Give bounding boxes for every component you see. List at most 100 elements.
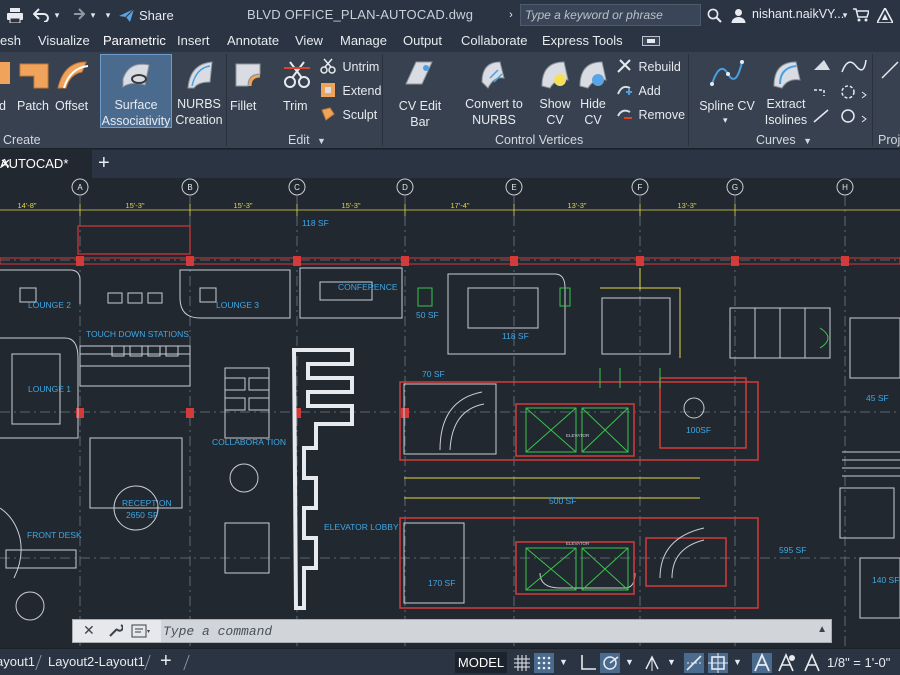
tab-visualize[interactable]: Visualize (38, 33, 90, 48)
elevator-label-1: ELEVATOR (566, 433, 590, 438)
layout-tab-1[interactable]: ayout1 (0, 654, 35, 669)
snap-mode-icon[interactable] (534, 653, 554, 673)
extend-button[interactable]: Extend (320, 82, 381, 98)
project-geometry-icon[interactable] (880, 60, 900, 80)
document-title: BLVD OFFICE_PLAN-AUTOCAD.dwg (247, 7, 474, 22)
tab-mesh[interactable]: esh (0, 33, 21, 48)
cv-edit-bar-label: CV Edit Bar (398, 99, 442, 129)
untrim-label: Untrim (342, 60, 380, 74)
autodesk-app-icon[interactable] (876, 4, 894, 26)
model-space-button[interactable]: MODEL (455, 652, 507, 673)
remove-cv-button[interactable]: Remove (616, 106, 685, 122)
customize-icon[interactable] (107, 623, 123, 639)
isometric-drafting-icon[interactable] (642, 653, 662, 673)
surface-associativity-button[interactable]: Surface Associativity (100, 54, 172, 128)
control-vertices-panel-title[interactable]: Control Vertices (495, 133, 583, 147)
cart-icon[interactable] (852, 4, 870, 26)
project-panel-title[interactable]: Proj (878, 133, 900, 147)
redo-icon[interactable] (66, 4, 88, 26)
command-scroll-icon[interactable]: ▲ (817, 624, 827, 635)
rebuild-button[interactable]: Rebuild (616, 58, 681, 74)
auto-scale-icon[interactable] (776, 653, 796, 673)
create-panel-title[interactable]: Create (3, 133, 41, 147)
user-dropdown-icon[interactable]: ▾ (840, 4, 850, 26)
edit-panel-title[interactable]: Edit ▼ (288, 133, 326, 147)
object-snap-tracking-icon[interactable] (684, 653, 704, 673)
cv-edit-bar-button[interactable]: CV Edit Bar (388, 56, 452, 129)
snap-dropdown-icon[interactable]: ▼ (559, 657, 568, 667)
line-curve-icon[interactable] (813, 109, 829, 123)
curve-tools-icons (813, 59, 867, 123)
user-icon[interactable] (729, 4, 747, 26)
object-snap-icon[interactable] (708, 653, 728, 673)
add-cv-button[interactable]: Add (616, 82, 661, 98)
rebuild-icon (617, 59, 631, 73)
annotation-visibility-icon[interactable] (752, 653, 772, 673)
hide-cv-button[interactable]: Hide CV (574, 54, 612, 128)
new-tab-button[interactable]: + (98, 152, 110, 175)
room-label-100sf: 100SF (686, 425, 711, 435)
tab-insert[interactable]: Insert (177, 33, 210, 48)
spline-cv-button[interactable]: Spline CV ▾ (696, 56, 758, 130)
tab-output[interactable]: Output (403, 33, 442, 48)
user-name[interactable]: nishant.naikVY... (752, 7, 844, 21)
tab-annotate[interactable]: Annotate (227, 33, 279, 48)
ortho-mode-icon[interactable] (578, 653, 598, 673)
print-icon[interactable] (4, 4, 26, 26)
fillet-button[interactable]: Fillet (230, 56, 264, 116)
polar-dropdown-icon[interactable]: ▼ (625, 657, 634, 667)
undo-icon[interactable] (30, 4, 52, 26)
search-input[interactable] (521, 5, 700, 25)
blend-curve-icon[interactable] (841, 59, 867, 73)
nurbs-creation-icon (187, 61, 213, 89)
surface-blend-button[interactable]: nd (0, 56, 14, 116)
tab-view[interactable]: View (295, 33, 323, 48)
close-command-line-icon[interactable]: ✕ (83, 622, 95, 639)
blend-icon (0, 62, 10, 84)
object-snap-dropdown-icon[interactable]: ▼ (733, 657, 742, 667)
tab-collaborate[interactable]: Collaborate (461, 33, 528, 48)
extract-isolines-button[interactable]: Extract Isolines (762, 54, 810, 128)
tab-express-tools[interactable]: Express Tools (542, 33, 623, 48)
trim-icon (284, 61, 310, 88)
arc-curve-icon[interactable] (841, 109, 855, 123)
extract-isolines-icon (773, 61, 801, 89)
grid-display-icon[interactable] (512, 653, 532, 673)
patch-button[interactable]: Patch (16, 56, 52, 116)
untrim-button[interactable]: Untrim (320, 58, 379, 74)
nurbs-creation-button[interactable]: NURBS Creation (174, 54, 224, 128)
share-button[interactable]: Share (118, 4, 174, 26)
sculpt-button[interactable]: Sculpt (320, 106, 377, 122)
layout-tab-2[interactable]: Layout2-Layout1 (48, 654, 145, 669)
search-chevron-icon[interactable]: › (505, 4, 517, 26)
command-history-icon[interactable] (131, 624, 151, 639)
search-box[interactable] (520, 4, 701, 26)
search-icon[interactable] (705, 4, 723, 26)
add-cv-icon (617, 85, 632, 95)
surface-curve-icon[interactable] (814, 60, 830, 70)
convert-to-nurbs-button[interactable]: Convert to NURBS (462, 54, 526, 128)
redo-dropdown-icon[interactable]: ▾ (88, 4, 98, 26)
undo-dropdown-icon[interactable]: ▾ (52, 4, 62, 26)
annotation-scale-icon[interactable] (802, 653, 822, 673)
grid-label-a: A (77, 183, 83, 192)
circle-curve-icon[interactable] (841, 85, 855, 99)
offset-button[interactable]: Offset (54, 56, 90, 116)
close-icon[interactable]: ✕ (0, 156, 11, 172)
workspace-dropdown-icon[interactable]: ▾ (102, 4, 114, 26)
isometric-dropdown-icon[interactable]: ▼ (667, 657, 676, 667)
washrooms (729, 307, 900, 619)
polar-tracking-icon[interactable] (600, 653, 620, 673)
annotation-scale-value[interactable]: 1/8" = 1'-0" (827, 655, 890, 670)
curves-panel-title[interactable]: Curves ▼ (756, 133, 812, 147)
file-tab[interactable]: AUTOCAD* ✕ (0, 150, 92, 178)
drawing-canvas[interactable]: A B C D E F G H 14'-8" 15'-3" 15'-3" 15'… (0, 178, 900, 646)
tab-parametric[interactable]: Parametric (103, 33, 166, 48)
ribbon-minimize-icon[interactable] (642, 36, 660, 46)
command-input[interactable] (163, 621, 803, 641)
add-layout-button[interactable]: + (160, 650, 172, 673)
project-curve-icon[interactable] (814, 89, 825, 96)
tab-manage[interactable]: Manage (340, 33, 387, 48)
trim-button[interactable]: Trim (280, 56, 312, 116)
show-cv-button[interactable]: Show CV (536, 54, 574, 128)
